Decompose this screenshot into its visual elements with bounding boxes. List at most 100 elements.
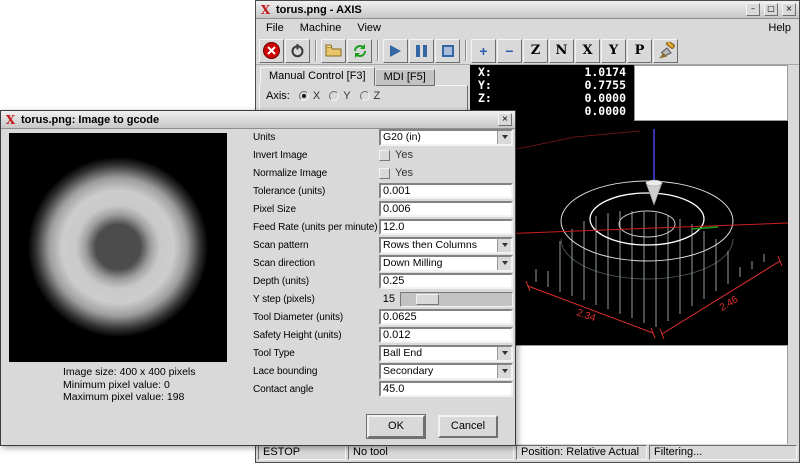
form-row-tool-type: Tool Type Ball End xyxy=(253,344,515,362)
minimize-button[interactable]: – xyxy=(746,3,760,16)
combo-value: G20 (in) xyxy=(381,131,497,144)
radio-indicator xyxy=(299,91,309,101)
units-combo[interactable]: G20 (in) xyxy=(379,129,513,146)
menu-file[interactable]: File xyxy=(258,21,292,35)
cancel-button[interactable]: Cancel xyxy=(438,415,498,438)
form-row-normalize: Normalize Image Yes xyxy=(253,164,515,182)
field-label: Depth (units) xyxy=(253,276,379,287)
axis-titlebar[interactable]: X torus.png - AXIS – □ × xyxy=(256,1,799,19)
menu-machine[interactable]: Machine xyxy=(292,21,350,35)
reload-icon xyxy=(352,43,368,59)
field-label: Contact angle xyxy=(253,384,379,395)
axis-label: Axis: xyxy=(266,90,290,102)
lace-bounding-combo[interactable]: Secondary xyxy=(379,363,513,380)
tab-manual-control[interactable]: Manual Control [F3] xyxy=(260,67,375,86)
play-icon xyxy=(390,45,401,57)
image-to-gcode-dialog: X torus.png: Image to gcode × Image size… xyxy=(0,110,516,446)
view-side-button[interactable]: Y xyxy=(601,39,626,63)
axis-logo-icon: X xyxy=(4,114,17,126)
normalize-image-checkbox[interactable]: Yes xyxy=(379,167,513,179)
run-button[interactable] xyxy=(383,39,408,63)
view-rotated-top-button[interactable]: N xyxy=(549,39,574,63)
chevron-down-icon[interactable] xyxy=(497,257,511,270)
tab-mdi[interactable]: MDI [F5] xyxy=(375,69,435,86)
menu-view[interactable]: View xyxy=(349,21,389,35)
axis-radio-label: Y xyxy=(343,90,350,102)
close-button[interactable]: × xyxy=(782,3,796,16)
zoom-in-button[interactable]: + xyxy=(471,39,496,63)
invert-image-checkbox[interactable]: Yes xyxy=(379,149,513,161)
view-top-button[interactable]: Z xyxy=(523,39,548,63)
menu-help[interactable]: Help xyxy=(760,21,797,35)
pixel-size-input[interactable] xyxy=(379,201,513,217)
max-pixel-text: Maximum pixel value: 198 xyxy=(63,391,196,404)
maximize-button[interactable]: □ xyxy=(764,3,778,16)
axis-radio-z[interactable]: Z xyxy=(360,90,381,102)
image-info: Image size: 400 x 400 pixels Minimum pix… xyxy=(63,366,196,404)
backplot-3d-view[interactable]: 2.34 2.46 xyxy=(470,121,788,345)
estop-button[interactable] xyxy=(259,39,284,63)
dialog-title: torus.png: Image to gcode xyxy=(21,114,494,126)
form-row-y-step: Y step (pixels) 15 xyxy=(253,290,515,308)
view-perspective-icon: P xyxy=(635,44,645,57)
combo-value: Rows then Columns xyxy=(381,239,497,252)
scan-pattern-combo[interactable]: Rows then Columns xyxy=(379,237,513,254)
tool-diameter-input[interactable] xyxy=(379,309,513,325)
chevron-down-icon[interactable] xyxy=(497,131,511,144)
view-perspective-button[interactable]: P xyxy=(627,39,652,63)
close-button[interactable]: × xyxy=(498,113,512,126)
feed-rate-input[interactable] xyxy=(379,219,513,235)
gcode-listing-panel[interactable] xyxy=(470,345,788,445)
screen: X torus.png - AXIS – □ × File Machine Vi… xyxy=(0,0,800,466)
axis-radio-x[interactable]: X xyxy=(299,90,320,102)
form-row-feed-rate: Feed Rate (units per minute) xyxy=(253,218,515,236)
brush-icon xyxy=(657,42,675,60)
form-row-scan-direction: Scan direction Down Milling xyxy=(253,254,515,272)
combo-value: Ball End xyxy=(381,347,497,360)
source-image-preview xyxy=(9,133,227,362)
safety-height-input[interactable] xyxy=(379,327,513,343)
form-row-pixel-size: Pixel Size xyxy=(253,200,515,218)
field-label: Units xyxy=(253,132,379,143)
radio-indicator xyxy=(360,91,370,101)
field-label: Y step (pixels) xyxy=(253,294,379,305)
field-label: Tool Type xyxy=(253,348,379,359)
view-rotated-top-icon: N xyxy=(556,44,568,57)
min-pixel-text: Minimum pixel value: 0 xyxy=(63,379,196,392)
scan-direction-combo[interactable]: Down Milling xyxy=(379,255,513,272)
field-label: Pixel Size xyxy=(253,204,379,215)
options-form: Units G20 (in) Invert Image Yes Normaliz… xyxy=(253,128,515,398)
view-top-icon: Z xyxy=(531,44,541,57)
tolerance-input[interactable] xyxy=(379,183,513,199)
depth-input[interactable] xyxy=(379,273,513,289)
chevron-down-icon[interactable] xyxy=(497,347,511,360)
clear-plot-button[interactable] xyxy=(653,39,678,63)
status-tool: No tool xyxy=(348,445,514,460)
status-estop: ESTOP xyxy=(258,445,346,460)
reload-button[interactable] xyxy=(347,39,372,63)
dialog-titlebar[interactable]: X torus.png: Image to gcode × xyxy=(1,111,515,129)
axis-radio-y[interactable]: Y xyxy=(329,90,350,102)
field-label: Feed Rate (units per minute) xyxy=(253,222,379,233)
tool-type-combo[interactable]: Ball End xyxy=(379,345,513,362)
zoom-out-button[interactable]: − xyxy=(497,39,522,63)
slider-thumb[interactable] xyxy=(416,294,439,305)
view-front-button[interactable]: X xyxy=(575,39,600,63)
field-label: Scan direction xyxy=(253,258,379,269)
view-front-icon: X xyxy=(582,44,592,57)
machine-power-button[interactable] xyxy=(285,39,310,63)
pause-button[interactable] xyxy=(409,39,434,63)
form-row-invert: Invert Image Yes xyxy=(253,146,515,164)
chevron-down-icon[interactable] xyxy=(497,239,511,252)
image-size-text: Image size: 400 x 400 pixels xyxy=(63,366,196,379)
ok-button[interactable]: OK xyxy=(367,415,425,438)
contact-angle-input[interactable] xyxy=(379,381,513,397)
chevron-down-icon[interactable] xyxy=(497,365,511,378)
combo-value: Down Milling xyxy=(381,257,497,270)
field-label: Normalize Image xyxy=(253,168,379,179)
view-side-icon: Y xyxy=(609,44,618,57)
form-row-depth: Depth (units) xyxy=(253,272,515,290)
y-step-slider[interactable] xyxy=(400,292,513,307)
stop-button[interactable] xyxy=(435,39,460,63)
open-file-button[interactable] xyxy=(321,39,346,63)
